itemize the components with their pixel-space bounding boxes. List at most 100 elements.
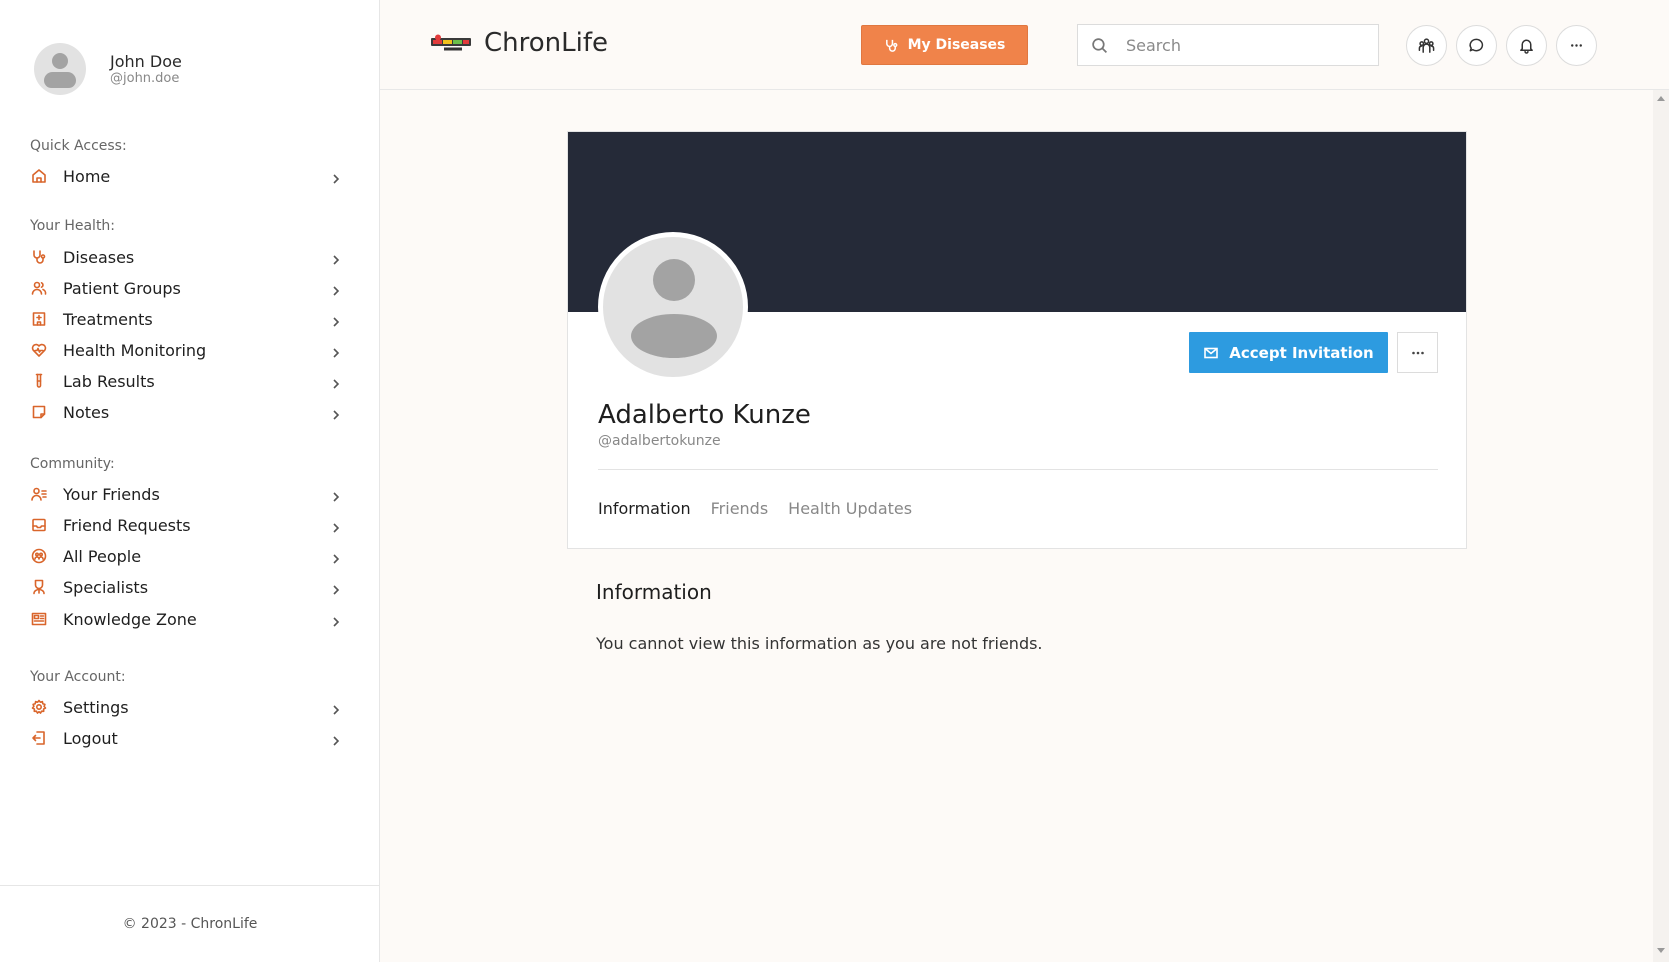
ellipsis-icon [1411, 351, 1424, 354]
profile-name: Adalberto Kunze [598, 400, 811, 430]
sidebar-item-notes[interactable]: Notes [30, 399, 342, 425]
heart-pulse-icon [30, 341, 48, 359]
inbox-icon [30, 516, 48, 534]
gear-icon [30, 698, 48, 716]
envelope-icon [1204, 347, 1219, 358]
sidebar-item-label: Health Monitoring [63, 340, 207, 360]
sidebar-item-specialists[interactable]: Specialists [30, 574, 342, 600]
logout-icon [30, 729, 48, 747]
profile-handle: @adalbertokunze [598, 433, 721, 449]
scroll-down-arrow-icon[interactable] [1657, 948, 1665, 953]
sidebar-item-knowledge-zone[interactable]: Knowledge Zone [30, 606, 342, 632]
sidebar: John Doe @john.doe Quick Access: Home Yo… [0, 0, 380, 962]
tab-health-updates[interactable]: Health Updates [788, 499, 912, 518]
chevron-right-icon [330, 488, 342, 502]
sidebar-item-label: Lab Results [63, 371, 155, 391]
user-handle: @john.doe [110, 71, 180, 86]
section-label-community: Community: [30, 456, 115, 472]
chevron-right-icon [330, 732, 342, 746]
newspaper-icon [30, 610, 48, 628]
chevron-right-icon [330, 313, 342, 327]
sidebar-item-settings[interactable]: Settings [30, 694, 342, 720]
note-icon [30, 403, 48, 421]
hospital-icon [30, 310, 48, 328]
home-icon [30, 167, 48, 185]
sidebar-item-label: Treatments [63, 309, 153, 329]
stethoscope-icon [885, 39, 897, 52]
profile-more-button[interactable] [1397, 332, 1438, 373]
sidebar-item-label: Logout [63, 728, 118, 748]
scroll-up-arrow-icon[interactable] [1657, 96, 1665, 101]
avatar [34, 43, 86, 95]
sidebar-item-label: Notes [63, 402, 110, 422]
sidebar-item-label: Knowledge Zone [63, 609, 197, 629]
globe-people-icon [30, 547, 48, 565]
profile-tabs: Information Friends Health Updates [598, 499, 932, 518]
user-list-icon [30, 485, 48, 503]
user-name: John Doe [110, 52, 182, 71]
sidebar-item-label: Patient Groups [63, 278, 181, 298]
chevron-right-icon [330, 613, 342, 627]
people-group-icon [1418, 38, 1435, 53]
more-options-button[interactable] [1556, 25, 1597, 66]
my-diseases-button[interactable]: My Diseases [861, 25, 1028, 65]
my-diseases-label: My Diseases [907, 37, 1006, 53]
search-box[interactable] [1077, 24, 1379, 66]
tab-information[interactable]: Information [598, 499, 691, 518]
tab-friends[interactable]: Friends [711, 499, 769, 518]
specialist-icon [30, 578, 48, 596]
scrollbar[interactable] [1653, 90, 1669, 962]
sidebar-item-label: Specialists [63, 577, 149, 597]
sidebar-item-diseases[interactable]: Diseases [30, 244, 342, 270]
sidebar-item-patient-groups[interactable]: Patient Groups [30, 275, 342, 301]
chevron-right-icon [330, 251, 342, 265]
sidebar-item-label: All People [63, 546, 142, 566]
sidebar-item-health-monitoring[interactable]: Health Monitoring [30, 337, 342, 363]
chevron-right-icon [330, 701, 342, 715]
sidebar-item-label: Home [63, 166, 111, 186]
chevron-right-icon [330, 170, 342, 184]
chevron-right-icon [330, 406, 342, 420]
sidebar-item-label: Settings [63, 697, 129, 717]
test-tube-icon [30, 372, 48, 390]
accept-invitation-button[interactable]: Accept Invitation [1189, 332, 1388, 373]
sidebar-footer: © 2023 - ChronLife [0, 885, 380, 962]
section-label-quick-access: Quick Access: [30, 138, 127, 154]
accept-invitation-label: Accept Invitation [1229, 343, 1374, 362]
logo[interactable]: ChronLife [430, 28, 608, 58]
chevron-right-icon [330, 550, 342, 564]
sidebar-item-home[interactable]: Home [30, 163, 342, 189]
sidebar-item-your-friends[interactable]: Your Friends [30, 481, 342, 507]
profile-avatar [598, 232, 748, 382]
sidebar-item-label: Friend Requests [63, 515, 191, 535]
profile-card: Accept Invitation Adalberto Kunze @adalb… [567, 131, 1467, 549]
information-heading: Information [596, 580, 712, 604]
sidebar-item-friend-requests[interactable]: Friend Requests [30, 512, 342, 538]
friends-button[interactable] [1406, 25, 1447, 66]
chevron-right-icon [330, 519, 342, 533]
logo-text: ChronLife [484, 28, 608, 58]
chevron-right-icon [330, 375, 342, 389]
chevron-right-icon [330, 344, 342, 358]
section-label-your-account: Your Account: [30, 669, 126, 685]
user-profile[interactable]: John Doe @john.doe [34, 43, 182, 95]
divider [598, 469, 1438, 470]
sidebar-item-lab-results[interactable]: Lab Results [30, 368, 342, 394]
blood-pressure-logo-icon [430, 34, 472, 52]
information-message: You cannot view this information as you … [596, 634, 1043, 653]
sidebar-item-logout[interactable]: Logout [30, 725, 342, 751]
search-input[interactable] [1126, 35, 1356, 55]
top-header: ChronLife My Diseases [380, 0, 1669, 90]
messages-button[interactable] [1456, 25, 1497, 66]
chat-bubble-icon [1469, 38, 1484, 52]
sidebar-item-treatments[interactable]: Treatments [30, 306, 342, 332]
sidebar-item-all-people[interactable]: All People [30, 543, 342, 569]
sidebar-item-label: Your Friends [63, 484, 160, 504]
ellipsis-icon [1571, 44, 1582, 47]
sidebar-item-label: Diseases [63, 247, 135, 267]
notifications-button[interactable] [1506, 25, 1547, 66]
users-icon [30, 279, 48, 297]
chevron-right-icon [330, 282, 342, 296]
copyright-text: © 2023 - ChronLife [122, 916, 258, 932]
search-icon [1092, 37, 1108, 53]
